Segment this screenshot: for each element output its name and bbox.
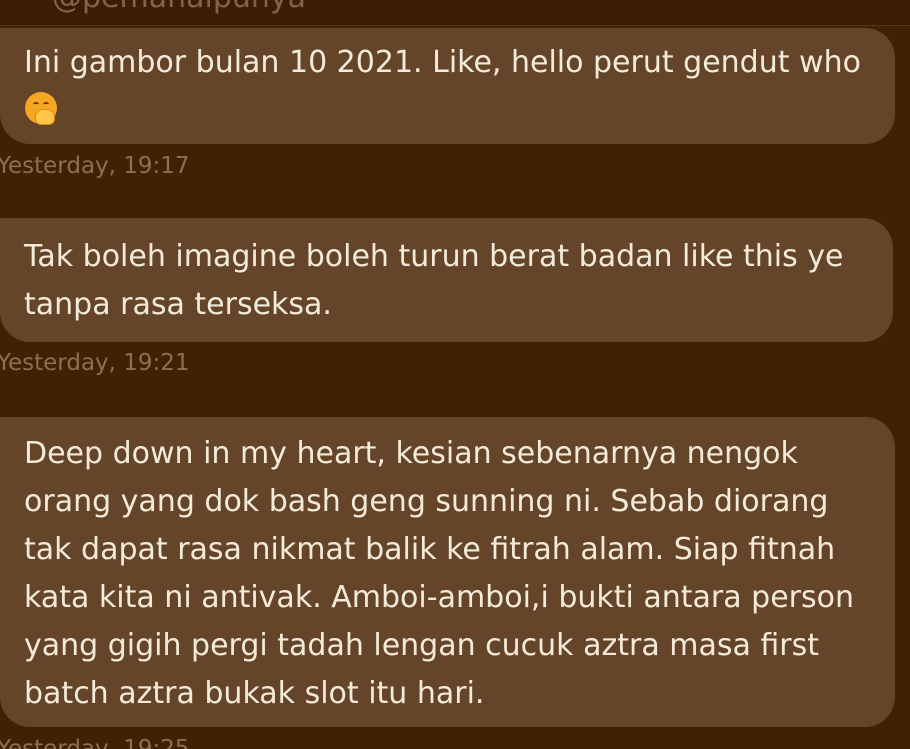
direct-message-thread: @pemanaipunya Ini gambor bulan 10 2021. … <box>0 0 910 749</box>
username-partial: @pemanaipunya <box>52 0 306 15</box>
message-bubble-1[interactable]: Ini gambor bulan 10 2021. Like, hello pe… <box>0 28 895 144</box>
thread-header-partial: @pemanaipunya <box>0 0 910 26</box>
message-timestamp-2: Yesterday, 19:21 <box>0 350 190 376</box>
message-bubble-2[interactable]: Tak boleh imagine boleh turun berat bada… <box>0 218 893 342</box>
message-text-3: Deep down in my heart, kesian sebenarnya… <box>24 436 855 711</box>
face-with-hand-over-mouth-icon <box>25 92 57 125</box>
message-bubble-3[interactable]: Deep down in my heart, kesian sebenarnya… <box>0 417 895 727</box>
message-text-2: Tak boleh imagine boleh turun berat bada… <box>24 239 844 322</box>
message-timestamp-3: Yesterday, 19:25 <box>0 736 190 749</box>
message-timestamp-1: Yesterday, 19:17 <box>0 153 190 179</box>
message-text-1: Ini gambor bulan 10 2021. Like, hello pe… <box>24 39 871 135</box>
